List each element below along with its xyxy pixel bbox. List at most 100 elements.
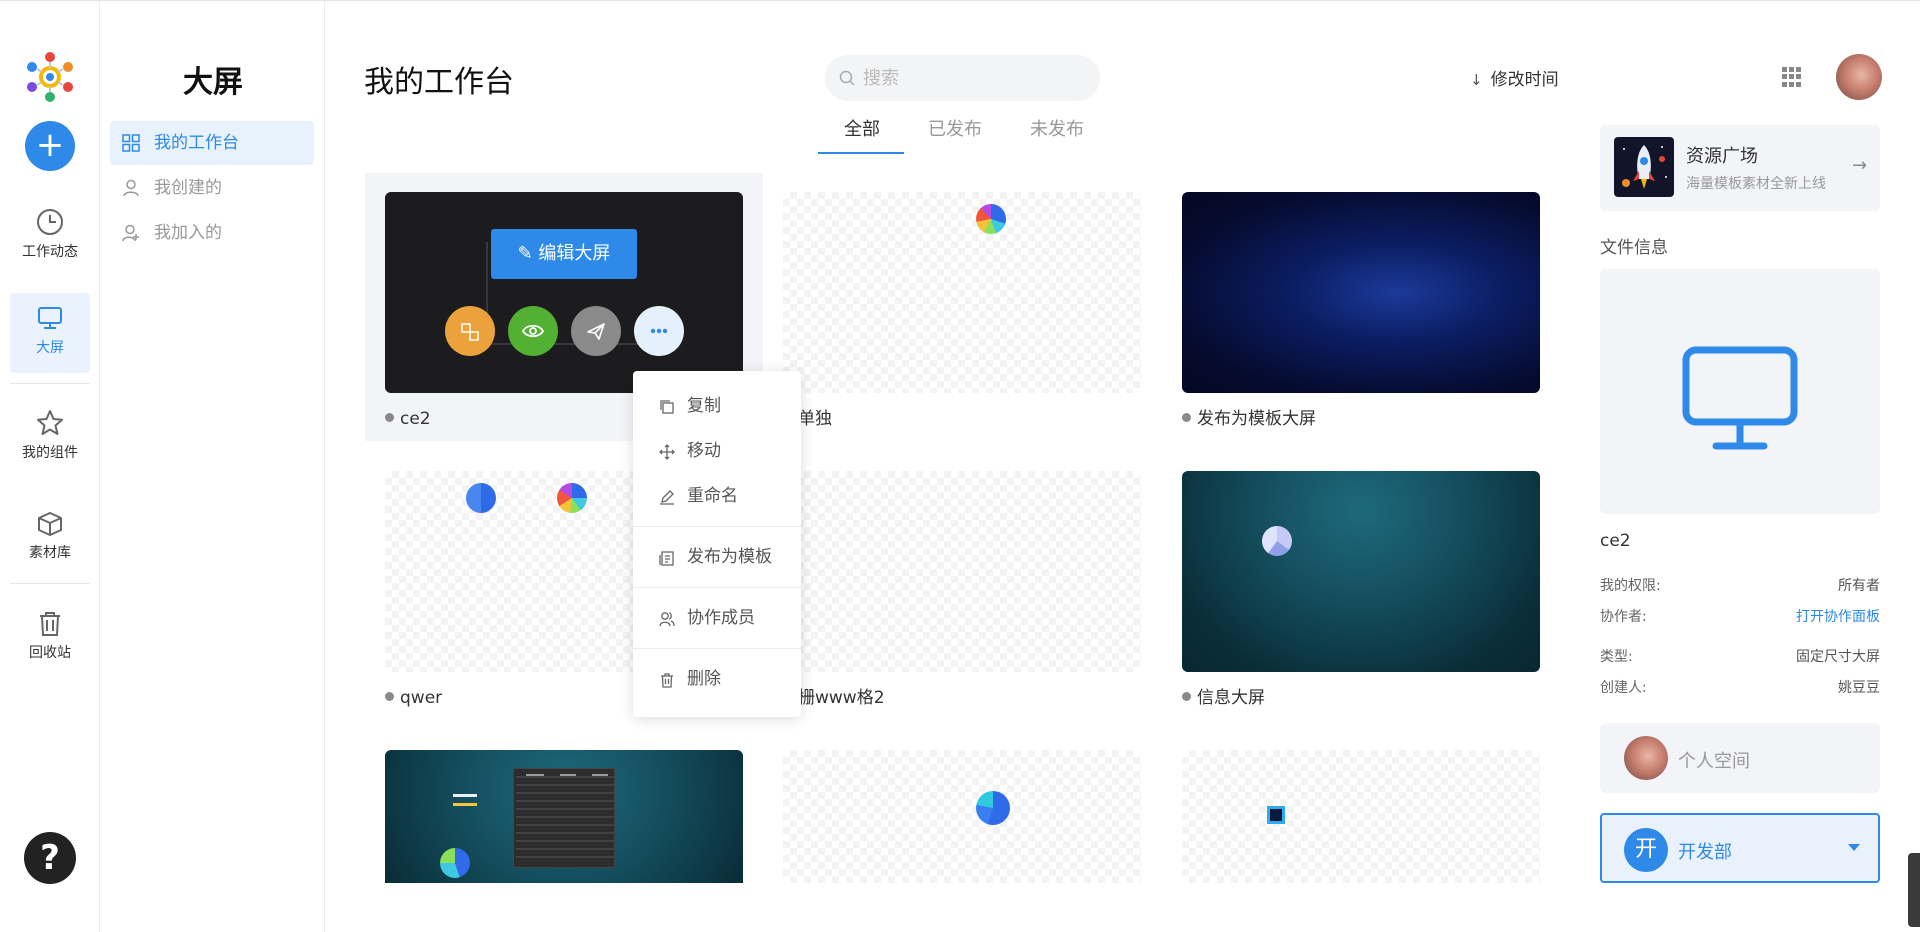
eye-icon xyxy=(521,324,545,338)
screen-card[interactable]: 发布为模板大屏 xyxy=(1182,192,1540,430)
resource-title: 资源广场 xyxy=(1686,146,1758,167)
star-icon xyxy=(37,410,63,435)
card-thumbnail[interactable] xyxy=(1182,471,1540,672)
rail-item-activity[interactable]: 工作动态 xyxy=(10,197,90,277)
screen-card[interactable]: 单独 xyxy=(783,192,1141,430)
personal-space-card[interactable]: 个人空间 xyxy=(1600,723,1880,793)
status-dot xyxy=(1182,413,1191,422)
widget-preview xyxy=(1267,806,1285,824)
apps-grid-icon[interactable] xyxy=(1782,67,1802,87)
tab-unpublished[interactable]: 未发布 xyxy=(1030,115,1084,141)
info-row-collaborators: 协作者: 打开协作面板 xyxy=(1600,606,1880,626)
user-avatar[interactable] xyxy=(1836,54,1882,100)
more-icon xyxy=(650,328,668,334)
info-row-creator: 创建人: 姚豆豆 xyxy=(1600,680,1880,696)
monitor-icon xyxy=(38,307,62,329)
open-collab-panel-link[interactable]: 打开协作面板 xyxy=(1796,606,1880,626)
page-title: 我的工作台 xyxy=(364,65,514,100)
left-rail: + 工作动态 大屏 我的组件 素材库 回收站 ? xyxy=(0,1,100,932)
menu-divider xyxy=(633,587,801,588)
menu-item-move[interactable]: 移动 xyxy=(633,431,801,471)
personal-space-label: 个人空间 xyxy=(1678,751,1750,772)
screen-card[interactable] xyxy=(783,750,1141,883)
card-title: 单独 xyxy=(783,408,1141,430)
file-name: ce2 xyxy=(1600,531,1631,551)
copy-icon xyxy=(660,400,674,414)
publish-button[interactable] xyxy=(571,306,621,356)
menu-item-members[interactable]: 协作成员 xyxy=(633,598,801,638)
status-dot xyxy=(385,413,394,422)
move-icon xyxy=(659,444,675,460)
card-title: 栅www格2 xyxy=(783,687,1141,709)
card-thumbnail[interactable] xyxy=(783,192,1141,393)
template-icon xyxy=(659,551,674,566)
members-icon xyxy=(659,612,675,627)
create-button[interactable]: + xyxy=(25,121,75,171)
arrow-right-icon[interactable]: → xyxy=(1852,155,1867,176)
text-preview xyxy=(453,803,477,806)
subnav-item-joined[interactable]: 我加入的 xyxy=(110,211,314,255)
menu-item-delete[interactable]: 删除 xyxy=(633,659,801,699)
help-button[interactable]: ? xyxy=(24,832,76,884)
rail-item-assets[interactable]: 素材库 xyxy=(10,498,90,578)
card-thumbnail[interactable] xyxy=(783,471,1141,672)
org-selector[interactable]: 开 开发部 xyxy=(1600,813,1880,883)
share-settings-button[interactable] xyxy=(445,306,495,356)
rail-item-label: 素材库 xyxy=(29,545,71,561)
card-thumbnail[interactable] xyxy=(783,750,1141,883)
card-thumbnail[interactable] xyxy=(1182,750,1540,883)
rail-divider xyxy=(10,383,90,384)
card-thumbnail[interactable] xyxy=(385,750,743,883)
section-title: 大屏 xyxy=(183,65,243,100)
resource-plaza-card[interactable]: 资源广场 海量模板素材全新上线 → xyxy=(1600,125,1880,211)
chart-preview-lines xyxy=(486,242,655,345)
subnav-item-workspace[interactable]: 我的工作台 xyxy=(110,121,314,165)
pie-chart-preview xyxy=(440,848,470,878)
subnav-item-label: 我的工作台 xyxy=(154,133,239,153)
pencil-icon xyxy=(660,490,674,505)
screen-card[interactable]: 信息大屏 xyxy=(1182,471,1540,709)
screen-card[interactable] xyxy=(1182,750,1540,883)
card-thumbnail[interactable]: ✎ 编辑大屏 xyxy=(385,192,743,393)
edit-screen-button[interactable]: ✎ 编辑大屏 xyxy=(491,229,637,279)
more-button[interactable] xyxy=(634,306,684,356)
screen-card[interactable] xyxy=(385,750,743,883)
tab-all[interactable]: 全部 xyxy=(844,115,880,141)
user-plus-icon xyxy=(122,224,139,242)
pencil-icon: ✎ xyxy=(517,243,539,264)
secondary-nav: 大屏 我的工作台 我创建的 我加入的 xyxy=(101,1,325,932)
search-box[interactable] xyxy=(825,55,1100,101)
tab-active-indicator xyxy=(818,152,904,154)
file-info-heading: 文件信息 xyxy=(1600,238,1668,258)
info-row-permission: 我的权限: 所有者 xyxy=(1600,578,1880,594)
grid-icon xyxy=(122,134,140,152)
rail-item-label: 回收站 xyxy=(29,645,71,661)
tab-published[interactable]: 已发布 xyxy=(928,115,982,141)
card-thumbnail[interactable] xyxy=(1182,192,1540,393)
screen-card[interactable]: 栅www格2 xyxy=(783,471,1141,709)
table-preview xyxy=(513,768,615,868)
subnav-item-label: 我创建的 xyxy=(154,178,222,198)
menu-divider xyxy=(633,526,801,527)
resource-subtitle: 海量模板素材全新上线 xyxy=(1686,176,1826,192)
card-row-clipped xyxy=(385,750,1585,883)
rail-item-trash[interactable]: 回收站 xyxy=(10,598,90,678)
side-handle[interactable] xyxy=(1908,853,1920,927)
rail-item-components[interactable]: 我的组件 xyxy=(10,398,90,478)
pie-chart-preview xyxy=(1262,526,1292,556)
rail-item-screens[interactable]: 大屏 xyxy=(10,293,90,373)
card-title: 信息大屏 xyxy=(1182,687,1540,709)
pie-chart-preview xyxy=(976,791,1010,825)
preview-button[interactable] xyxy=(508,306,558,356)
search-icon xyxy=(839,70,855,86)
search-input[interactable] xyxy=(863,55,1083,101)
app-logo-icon[interactable] xyxy=(24,51,76,103)
user-icon xyxy=(123,179,139,197)
menu-item-copy[interactable]: 复制 xyxy=(633,386,801,426)
rocket-icon xyxy=(1614,137,1674,197)
menu-item-rename[interactable]: 重命名 xyxy=(633,476,801,516)
menu-item-publish-template[interactable]: 发布为模板 xyxy=(633,537,801,577)
pie-chart-preview xyxy=(557,483,587,513)
subnav-item-created[interactable]: 我创建的 xyxy=(110,166,314,210)
sort-toggle[interactable]: ↓ 修改时间 xyxy=(1470,65,1559,90)
